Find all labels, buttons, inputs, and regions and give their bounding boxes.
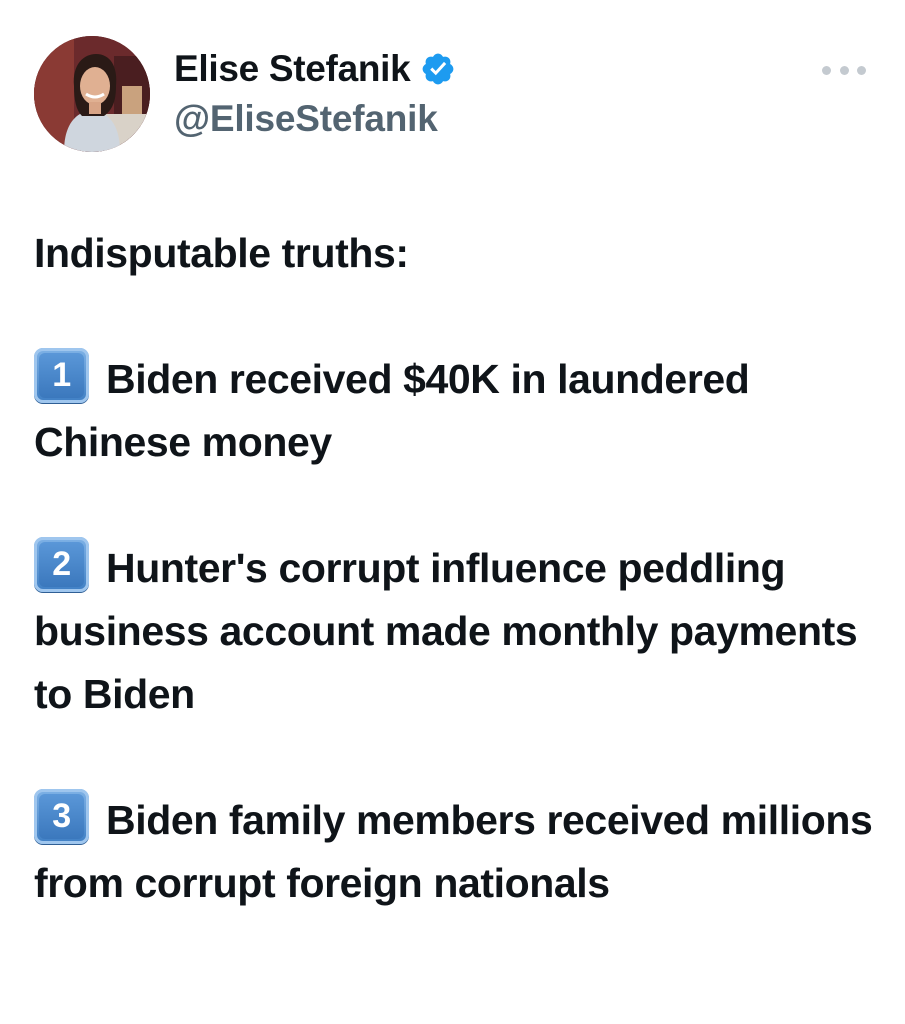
tweet-point-2-text: Hunter's corrupt influence peddling busi… [34, 545, 858, 717]
keycap-digit-three-icon: 3 [34, 789, 89, 844]
avatar[interactable] [34, 36, 150, 152]
tweet-text: Indisputable truths: 1 Biden received $40… [34, 222, 874, 915]
tweet-card[interactable]: Elise Stefanik @EliseStefanik Indisputab… [0, 0, 905, 1024]
more-options-icon[interactable] [822, 60, 866, 80]
tweet-point-3: 3 Biden family members received millions … [34, 789, 874, 915]
author-display-name[interactable]: Elise Stefanik [174, 48, 411, 90]
keycap-digit-one-icon: 1 [34, 348, 89, 403]
author-names: Elise Stefanik @EliseStefanik [174, 46, 456, 140]
tweet-point-2: 2 Hunter's corrupt influence peddling bus… [34, 537, 874, 726]
tweet-header: Elise Stefanik @EliseStefanik [34, 36, 874, 152]
verified-badge-icon[interactable] [420, 51, 456, 87]
keycap-digit-two-icon: 2 [34, 537, 89, 592]
tweet-point-1-text: Biden received $40K in laundered Chinese… [34, 356, 750, 465]
more-dot [857, 65, 866, 75]
tweet-intro: Indisputable truths: [34, 230, 409, 276]
display-name-row: Elise Stefanik [174, 46, 456, 92]
tweet-point-3-text: Biden family members received millions f… [34, 797, 873, 906]
author-handle[interactable]: @EliseStefanik [174, 98, 456, 140]
more-dot [822, 65, 831, 75]
tweet-point-1: 1 Biden received $40K in laundered Chines… [34, 348, 874, 474]
more-dot [839, 65, 849, 75]
